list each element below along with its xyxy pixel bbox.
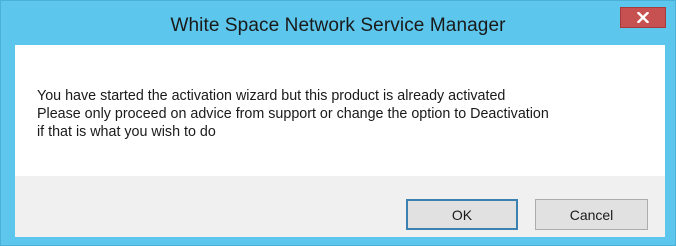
dialog-content: You have started the activation wizard b… <box>15 45 665 237</box>
message-line: Please only proceed on advice from suppo… <box>37 106 549 122</box>
cancel-button[interactable]: Cancel <box>535 199 648 230</box>
button-bar: OK Cancel <box>15 176 665 237</box>
title-bar[interactable]: White Space Network Service Manager <box>1 1 675 41</box>
dialog-window: White Space Network Service Manager You … <box>0 0 676 246</box>
message-line: if that is what you wish to do <box>37 124 216 140</box>
window-title: White Space Network Service Manager <box>170 15 506 36</box>
close-icon <box>637 12 649 23</box>
message-text: You have started the activation wizard b… <box>37 87 549 141</box>
message-line: You have started the activation wizard b… <box>37 88 506 104</box>
close-button[interactable] <box>620 7 666 28</box>
ok-button[interactable]: OK <box>406 199 518 230</box>
